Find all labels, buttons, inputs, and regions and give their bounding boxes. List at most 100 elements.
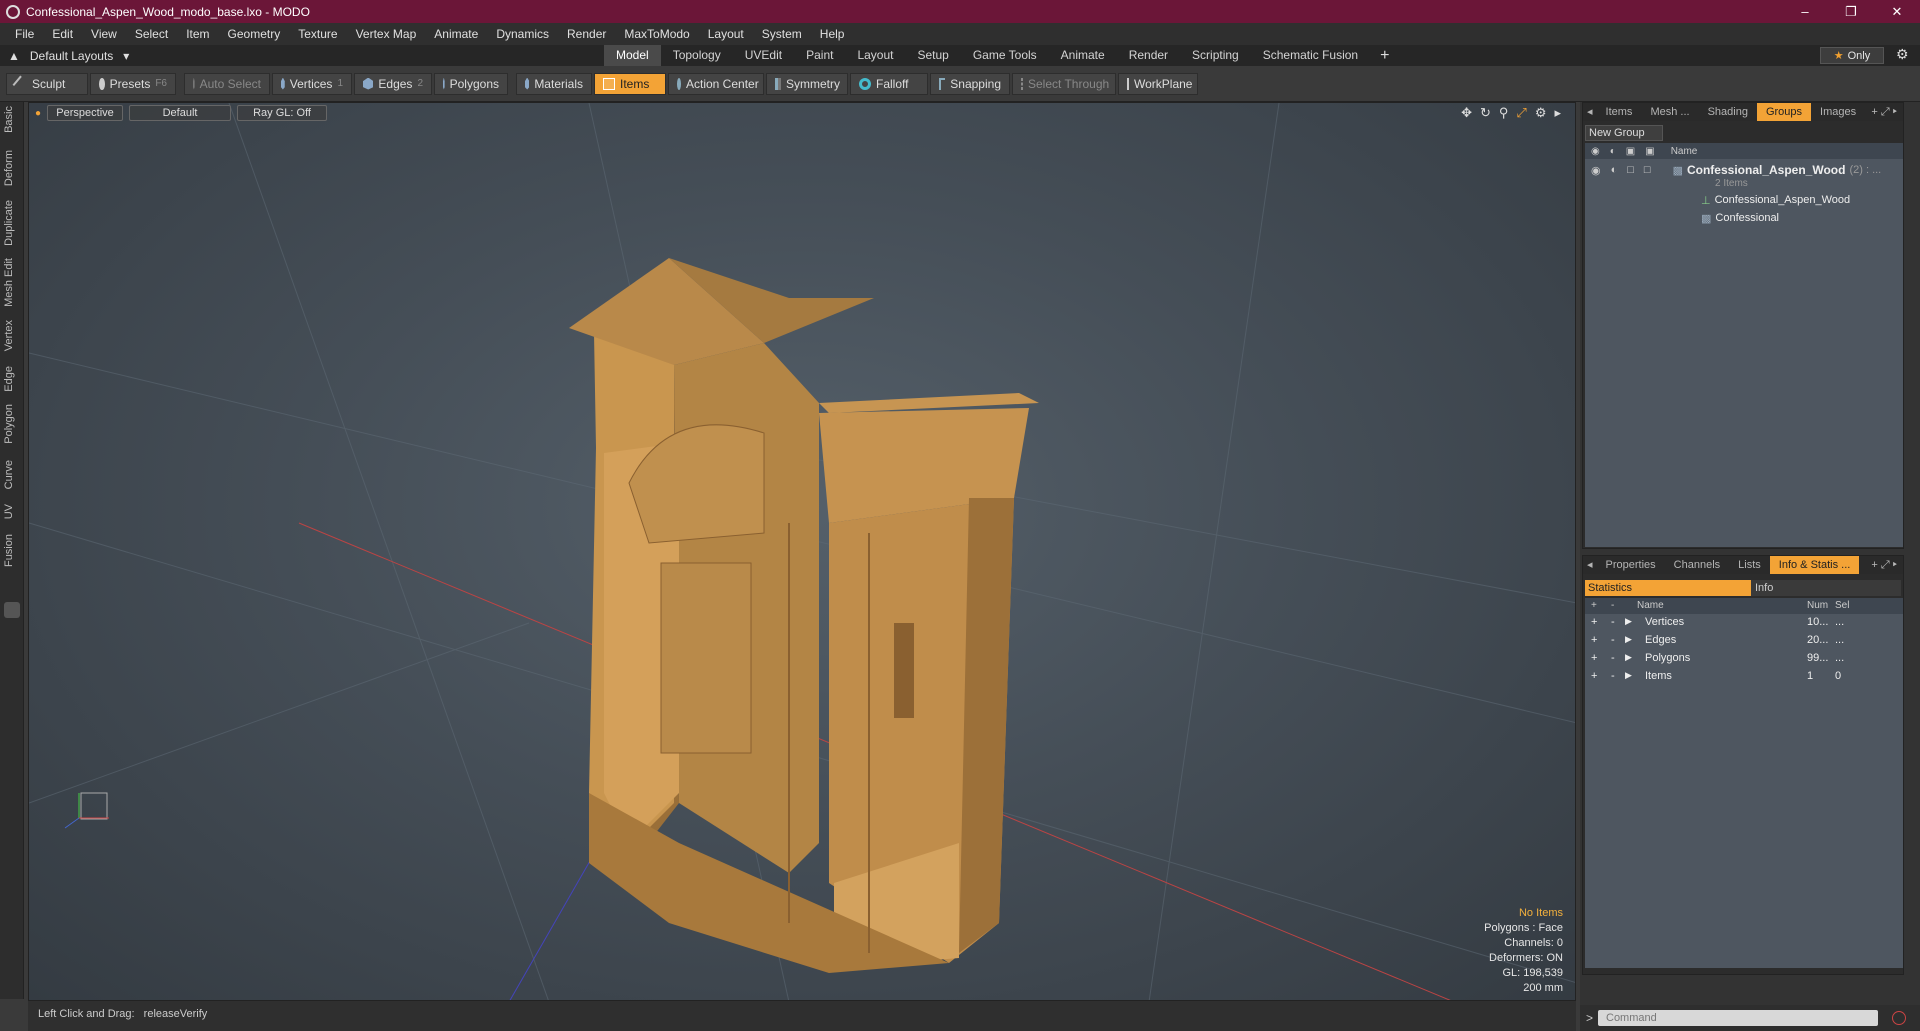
stats-row[interactable]: + - ▶ Edges 20... ...	[1585, 632, 1903, 650]
menu-dynamics[interactable]: Dynamics	[487, 27, 558, 41]
default-shading-button[interactable]: Default	[129, 105, 232, 121]
expand-toggle-icon[interactable]	[4, 602, 20, 618]
action-center-button[interactable]: Action Center	[668, 72, 764, 95]
add-tab-icon[interactable]: +	[1370, 45, 1399, 66]
tab-polygon[interactable]: Polygon	[3, 404, 15, 444]
menu-animate[interactable]: Animate	[425, 27, 487, 41]
group-child-row[interactable]: ▩ Confessional	[1585, 209, 1903, 227]
workplane-button[interactable]: WorkPlane	[1118, 72, 1198, 95]
default-layouts-dropdown[interactable]: ▲ Default Layouts ▾	[8, 49, 608, 63]
tab-deform[interactable]: Deform	[3, 150, 15, 186]
menu-item[interactable]: Item	[177, 27, 218, 41]
record-icon[interactable]	[1892, 1011, 1906, 1025]
panel-menu-icon[interactable]: ◂	[1583, 556, 1597, 574]
tab-schematic-fusion[interactable]: Schematic Fusion	[1251, 45, 1370, 66]
materials-button[interactable]: Materials	[516, 72, 592, 95]
expand-arrow-icon[interactable]: ▶	[1625, 634, 1632, 645]
tab-uvedit[interactable]: UVEdit	[733, 45, 794, 66]
eye-icon[interactable]: ◉	[1591, 164, 1601, 177]
select-col-icon[interactable]: ▣	[1645, 146, 1654, 157]
lock-icon[interactable]: □	[1627, 164, 1634, 176]
snapping-button[interactable]: Snapping	[930, 72, 1010, 95]
tab-shading[interactable]: Shading	[1699, 103, 1757, 121]
tab-properties[interactable]: Properties	[1597, 556, 1665, 574]
tab-edge[interactable]: Edge	[3, 366, 15, 392]
panel-expand-icon[interactable]: + ⤢ ▸	[1871, 559, 1903, 572]
menu-edit[interactable]: Edit	[43, 27, 82, 41]
menu-maxtomodo[interactable]: MaxToModo	[615, 27, 698, 41]
tab-groups[interactable]: Groups	[1756, 103, 1812, 121]
menu-vertex-map[interactable]: Vertex Map	[347, 27, 426, 41]
remove-icon[interactable]: -	[1611, 616, 1615, 628]
menu-help[interactable]: Help	[811, 27, 854, 41]
only-toggle[interactable]: ★ Only	[1820, 47, 1884, 64]
menu-geometry[interactable]: Geometry	[219, 27, 290, 41]
expand-arrow-icon[interactable]: ▶	[1625, 670, 1632, 681]
raygl-button[interactable]: Ray GL: Off	[237, 105, 328, 121]
lock-col-icon[interactable]: ▣	[1626, 146, 1635, 157]
tab-basic[interactable]: Basic	[3, 106, 15, 133]
edges-button[interactable]: Edges 2	[354, 72, 432, 95]
tab-game-tools[interactable]: Game Tools	[961, 45, 1049, 66]
tab-uv[interactable]: UV	[3, 504, 15, 519]
tab-mesh-edit[interactable]: Mesh Edit	[3, 258, 15, 307]
menu-layout[interactable]: Layout	[699, 27, 753, 41]
close-icon[interactable]: ✕	[1874, 4, 1920, 20]
expand-arrow-icon[interactable]: ▶	[1625, 652, 1632, 663]
tab-lists[interactable]: Lists	[1729, 556, 1770, 574]
falloff-button[interactable]: Falloff	[850, 72, 928, 95]
expand-all-icon[interactable]: +	[1591, 600, 1597, 611]
menu-file[interactable]: File	[6, 27, 43, 41]
stats-row[interactable]: + - ▶ Vertices 10... ...	[1585, 614, 1903, 632]
confessional-model[interactable]	[569, 258, 1039, 973]
tab-layout[interactable]: Layout	[845, 45, 905, 66]
tab-model[interactable]: Model	[604, 45, 661, 66]
tab-curve[interactable]: Curve	[3, 460, 15, 489]
tab-duplicate[interactable]: Duplicate	[3, 200, 15, 246]
tab-info-statistics[interactable]: Info & Statis ...	[1769, 556, 1860, 574]
tab-items[interactable]: Items	[1597, 103, 1642, 121]
menu-select[interactable]: Select	[126, 27, 177, 41]
expand-arrow-icon[interactable]: ▶	[1625, 616, 1632, 627]
viewport-options-icon[interactable]: ●	[35, 108, 41, 119]
tab-scripting[interactable]: Scripting	[1180, 45, 1251, 66]
stats-row[interactable]: + - ▶ Items 1 0	[1585, 668, 1903, 686]
3d-viewport[interactable]: ● Perspective Default Ray GL: Off ✥ ↻ ⚲ …	[28, 102, 1576, 1001]
items-button[interactable]: Items	[594, 72, 666, 95]
tab-paint[interactable]: Paint	[794, 45, 845, 66]
visibility-col-icon[interactable]: ◉	[1591, 146, 1600, 157]
move-view-icon[interactable]: ✥	[1461, 105, 1472, 121]
tab-mesh[interactable]: Mesh ...	[1641, 103, 1698, 121]
vertices-button[interactable]: Vertices 1	[272, 72, 352, 95]
zoom-view-icon[interactable]: ⚲	[1499, 105, 1509, 121]
maximize-icon[interactable]: ❐	[1828, 4, 1874, 20]
add-icon[interactable]: +	[1591, 634, 1597, 646]
group-child-row[interactable]: ⊥ Confessional_Aspen_Wood	[1585, 191, 1903, 209]
tab-info[interactable]: Info	[1751, 580, 1901, 596]
fit-view-icon[interactable]: ⤢	[1516, 105, 1526, 121]
panel-expand-icon[interactable]: + ⤢ ▸	[1871, 106, 1903, 119]
render-col-icon[interactable]: ◐	[1610, 146, 1616, 157]
tab-vertex[interactable]: Vertex	[3, 320, 15, 351]
remove-icon[interactable]: -	[1611, 634, 1615, 646]
remove-icon[interactable]: -	[1611, 652, 1615, 664]
add-icon[interactable]: +	[1591, 670, 1597, 682]
minimize-icon[interactable]: –	[1782, 4, 1828, 19]
new-group-button[interactable]: New Group	[1585, 125, 1663, 141]
collapse-all-icon[interactable]: -	[1611, 600, 1614, 611]
tab-animate[interactable]: Animate	[1049, 45, 1117, 66]
remove-icon[interactable]: -	[1611, 670, 1615, 682]
symmetry-button[interactable]: Symmetry	[766, 72, 848, 95]
select-icon[interactable]: □	[1644, 164, 1651, 176]
render-icon[interactable]: ◐	[1611, 164, 1618, 176]
menu-view[interactable]: View	[82, 27, 126, 41]
tab-render[interactable]: Render	[1117, 45, 1180, 66]
add-icon[interactable]: +	[1591, 616, 1597, 628]
view-settings-icon[interactable]: ⚙	[1535, 105, 1547, 121]
auto-select-button[interactable]: Auto Select	[184, 72, 270, 95]
rotate-view-icon[interactable]: ↻	[1480, 105, 1491, 121]
stats-row[interactable]: + - ▶ Polygons 99... ...	[1585, 650, 1903, 668]
tab-images[interactable]: Images	[1811, 103, 1865, 121]
select-through-button[interactable]: Select Through	[1012, 72, 1116, 95]
gear-icon[interactable]: ⚙	[1896, 46, 1909, 63]
